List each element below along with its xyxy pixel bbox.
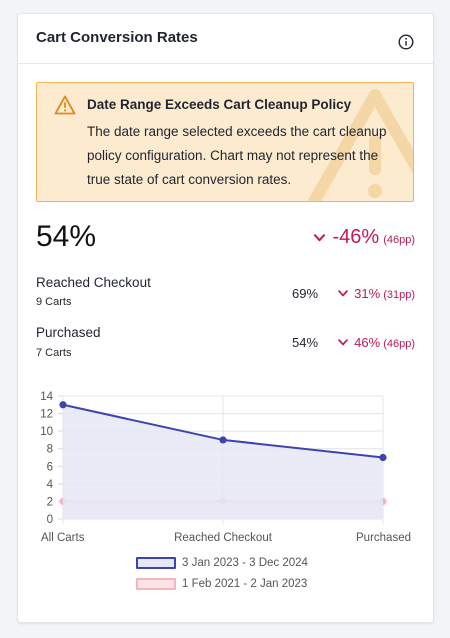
chevron-down-icon — [338, 339, 348, 346]
y-tick-label: 10 — [40, 426, 53, 438]
alert-title: Date Range Exceeds Cart Cleanup Policy — [87, 97, 352, 112]
metric-sub-purchased: 7 Carts — [36, 347, 72, 359]
chevron-down-icon — [313, 233, 325, 241]
data-point — [219, 436, 227, 444]
delta-percent: -46% — [332, 226, 380, 248]
metric-delta-reached-checkout: 31% (31pp) — [338, 286, 415, 301]
y-tick-label: 8 — [47, 444, 53, 456]
metric-sub-reached-checkout: 9 Carts — [36, 296, 72, 308]
y-tick-label: 6 — [47, 461, 53, 473]
metric-label-reached-checkout: Reached Checkout — [36, 275, 151, 290]
delta-pp: (46pp) — [383, 234, 415, 246]
date-range-warning-alert: Date Range Exceeds Cart Cleanup Policy T… — [36, 82, 414, 202]
metric-value-reached-checkout: 69% — [292, 286, 319, 301]
x-tick-label: Reached Checkout — [174, 532, 273, 544]
legend-label-current: 3 Jan 2023 - 3 Dec 2024 — [182, 557, 308, 569]
metric-label-purchased: Purchased — [36, 325, 101, 340]
data-point — [379, 453, 387, 462]
legend-swatch-previous — [136, 578, 176, 590]
legend-label-previous: 1 Feb 2021 - 2 Jan 2023 — [182, 578, 308, 590]
chevron-down-icon — [338, 290, 348, 297]
y-tick-label: 0 — [47, 514, 53, 526]
overall-conversion-value: 54% — [36, 220, 97, 253]
legend-swatch-current — [136, 557, 176, 569]
legend-item-current[interactable]: 3 Jan 2023 - 3 Dec 2024 — [136, 557, 308, 569]
warning-triangle-icon — [54, 95, 76, 115]
overall-conversion-delta: -46% (46pp) — [313, 226, 415, 249]
metric-delta-purchased: 46% (46pp) — [338, 335, 415, 350]
card-header: Cart Conversion Rates — [18, 14, 433, 64]
y-tick-label: 4 — [47, 479, 54, 491]
y-tick-label: 12 — [40, 409, 53, 421]
x-tick-label: Purchased — [356, 532, 411, 544]
delta-percent: 31% — [354, 286, 381, 301]
alert-body: The date range selected exceeds the cart… — [87, 124, 387, 187]
card-title: Cart Conversion Rates — [36, 29, 198, 46]
metric-value-purchased: 54% — [292, 335, 319, 350]
x-tick-label: All Carts — [41, 532, 85, 544]
conversion-card: Cart Conversion Rates Date Range Exceeds… — [17, 13, 434, 623]
delta-percent: 46% — [354, 335, 381, 350]
y-tick-label: 2 — [47, 496, 53, 508]
data-point — [59, 401, 67, 409]
info-circle-icon[interactable] — [398, 34, 414, 50]
y-tick-label: 14 — [40, 391, 53, 403]
legend-item-previous[interactable]: 1 Feb 2021 - 2 Jan 2023 — [136, 578, 307, 590]
conversion-line-chart: 0 2 4 6 8 10 12 14 All Carts Reached Checkout Purc… — [40, 391, 411, 544]
delta-pp: (46pp) — [383, 338, 415, 350]
delta-pp: (31pp) — [383, 289, 415, 301]
